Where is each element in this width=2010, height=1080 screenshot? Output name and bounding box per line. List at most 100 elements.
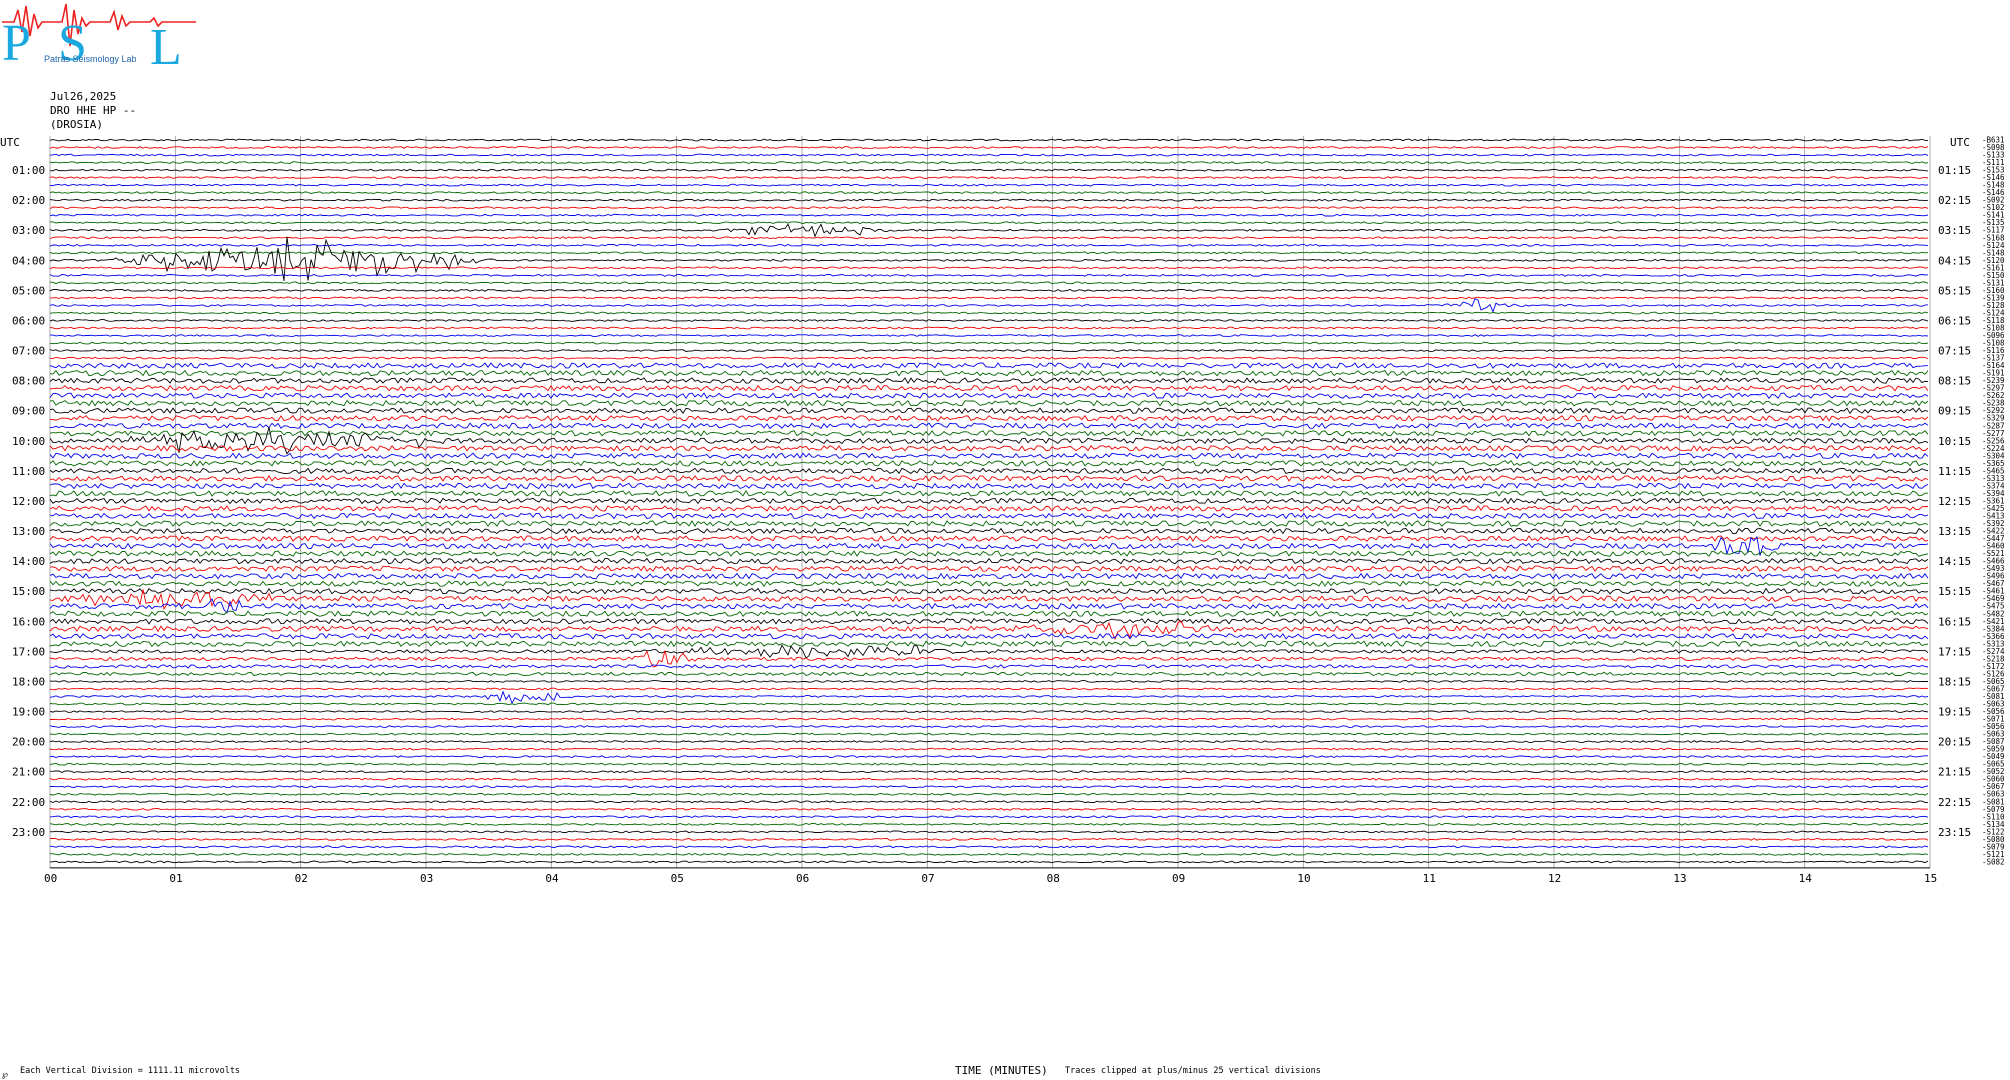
right-hour-label: 14:15 — [1938, 555, 1971, 568]
trace-5 — [49, 176, 1929, 179]
trace-80 — [49, 740, 1928, 744]
trace-36 — [49, 407, 1929, 415]
trace-3 — [49, 161, 1929, 164]
left-hour-label: 01:00 — [12, 164, 45, 177]
trace-55 — [49, 550, 1929, 557]
trace-8 — [49, 198, 1929, 202]
x-tick-label: 01 — [169, 872, 182, 885]
trace-22 — [49, 298, 1929, 313]
trace-63 — [49, 610, 1929, 618]
trace-6 — [49, 183, 1929, 187]
trace-28 — [49, 349, 1929, 353]
trace-0 — [49, 138, 1929, 142]
x-tick-label: 10 — [1297, 872, 1310, 885]
left-hour-label: 08:00 — [12, 375, 45, 388]
x-tick-label: 11 — [1423, 872, 1436, 885]
trace-51 — [49, 520, 1929, 527]
trace-95 — [49, 852, 1929, 856]
trace-68 — [49, 644, 1929, 659]
x-tick-label: 00 — [44, 872, 57, 885]
right-hour-label: 07:15 — [1938, 345, 1971, 358]
x-tick-label: 03 — [420, 872, 433, 885]
trace-84 — [49, 770, 1929, 774]
x-tick-label: 07 — [921, 872, 934, 885]
trace-53 — [49, 535, 1929, 542]
right-hour-label: 09:15 — [1938, 405, 1971, 418]
trace-18 — [49, 273, 1929, 277]
clip-note: Traces clipped at plus/minus 25 vertical… — [1065, 1066, 1321, 1076]
trace-82 — [49, 755, 1928, 759]
left-hour-label: 17:00 — [12, 645, 45, 658]
left-hour-label: 15:00 — [12, 585, 45, 598]
x-tick-label: 09 — [1172, 872, 1185, 885]
x-tick-label: 06 — [796, 872, 809, 885]
right-hour-label: 16:15 — [1938, 615, 1971, 628]
left-hour-label: 13:00 — [12, 525, 45, 538]
right-hour-label: 15:15 — [1938, 585, 1971, 598]
trace-72 — [49, 680, 1928, 683]
x-tick-label: 15 — [1924, 872, 1937, 885]
x-tick-label: 14 — [1799, 872, 1813, 885]
trace-64 — [49, 617, 1929, 625]
left-hour-label: 07:00 — [12, 345, 45, 358]
trace-83 — [49, 762, 1929, 766]
trace-90 — [49, 815, 1929, 819]
x-axis-tick-labels: 00 01 02 03 04 05 06 07 08 09 10 11 12 13 14 15 — [44, 872, 1937, 885]
right-hour-label: 03:15 — [1938, 224, 1971, 237]
left-hour-label: 19:00 — [12, 706, 45, 719]
trace-25 — [49, 326, 1929, 330]
trace-76 — [49, 710, 1929, 713]
trace-87 — [49, 792, 1929, 796]
trace-67 — [49, 640, 1929, 648]
trace-37 — [49, 414, 1929, 422]
trace-1 — [49, 146, 1929, 149]
x-tick-label: 13 — [1673, 872, 1686, 885]
right-hour-label: 05:15 — [1938, 284, 1971, 297]
trace-50 — [49, 512, 1929, 520]
trace-35 — [49, 399, 1929, 407]
right-hour-label: 10:15 — [1938, 435, 1971, 448]
trace-42 — [49, 452, 1929, 460]
left-hour-labels: 01:00 02:00 03:00 04:00 05:00 06:00 07:00 08:00… — [12, 164, 45, 839]
trace-34 — [49, 392, 1929, 400]
trace-9 — [49, 206, 1929, 210]
trace-66 — [49, 633, 1929, 640]
x-tick-label: 05 — [671, 872, 684, 885]
left-hour-label: 22:00 — [12, 796, 45, 809]
trace-46 — [49, 482, 1929, 490]
helicorder-plot: 01:00 02:00 03:00 04:00 05:00 06:00 07:00 08:00… — [0, 136, 2005, 885]
left-hour-label: 20:00 — [12, 736, 45, 749]
left-hour-label: 06:00 — [12, 314, 45, 327]
trace-47 — [49, 490, 1928, 497]
right-hour-label: 23:15 — [1938, 826, 1971, 839]
x-axis-title: TIME (MINUTES) — [955, 1064, 1048, 1077]
left-hour-label: 03:00 — [12, 224, 45, 237]
trace-62 — [49, 598, 1929, 614]
right-hour-label: 01:15 — [1938, 164, 1971, 177]
corner-mark: ℘ — [2, 1070, 8, 1080]
left-hour-label: 14:00 — [12, 555, 45, 568]
trace-94 — [49, 845, 1929, 849]
right-hour-label: 12:15 — [1938, 495, 1971, 508]
trace-48 — [49, 497, 1929, 505]
left-hour-label: 05:00 — [12, 284, 45, 297]
trace-81 — [49, 747, 1928, 751]
right-hour-label: 18:15 — [1938, 675, 1971, 688]
trace-31 — [49, 369, 1929, 377]
trace-86 — [49, 785, 1929, 789]
trace-13 — [49, 236, 1929, 240]
trace-14 — [49, 243, 1929, 247]
trace-17 — [49, 266, 1929, 270]
right-hour-label: 08:15 — [1938, 375, 1971, 388]
right-hour-label: 06:15 — [1938, 314, 1971, 327]
trace-7 — [49, 191, 1929, 195]
left-hour-label: 10:00 — [12, 435, 45, 448]
right-hour-label: 20:15 — [1938, 736, 1971, 749]
trace-26 — [50, 334, 1929, 337]
trace-49 — [49, 505, 1929, 512]
right-hour-label: 11:15 — [1938, 465, 1971, 478]
left-hour-label: 12:00 — [12, 495, 45, 508]
trace-16 — [49, 236, 1929, 281]
right-hour-label: 04:15 — [1938, 254, 1971, 267]
trace-89 — [49, 807, 1929, 811]
